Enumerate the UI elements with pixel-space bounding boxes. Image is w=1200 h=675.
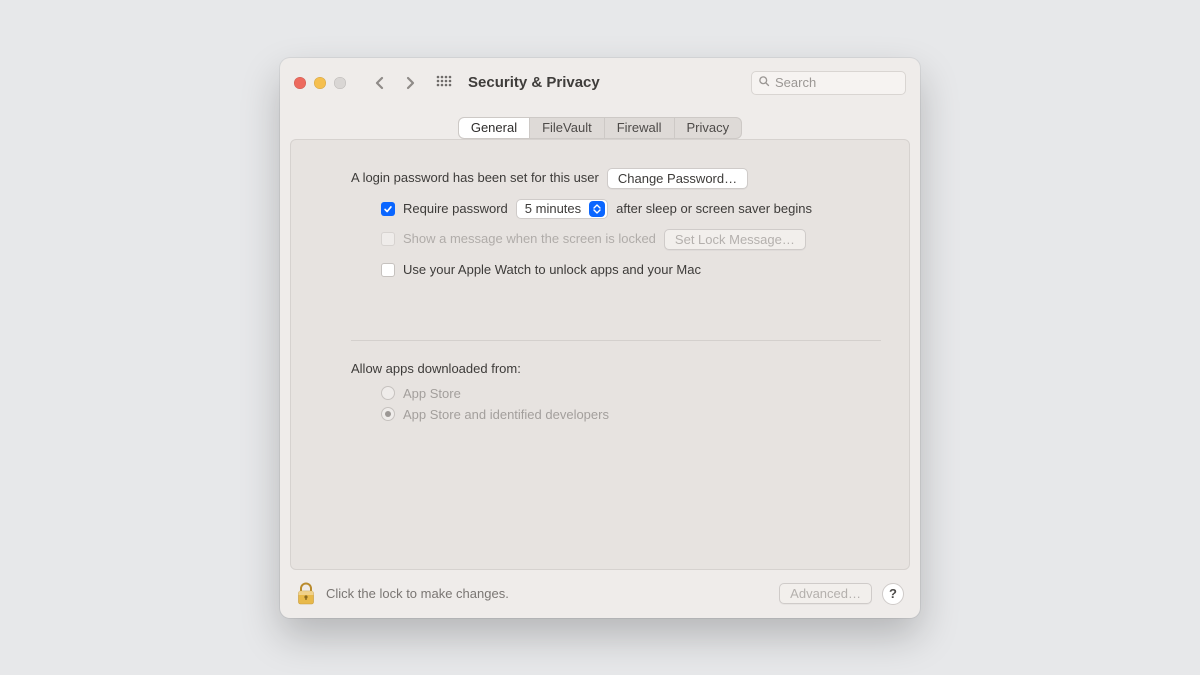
radio-identified-developers [381, 407, 395, 421]
radio-app-store-label: App Store [403, 386, 461, 401]
tab-firewall[interactable]: Firewall [605, 118, 675, 138]
advanced-button[interactable]: Advanced… [779, 583, 872, 604]
zoom-window-button[interactable] [334, 77, 346, 89]
search-field[interactable] [751, 71, 906, 95]
window-controls [294, 77, 346, 89]
radio-app-store [381, 386, 395, 400]
forward-button[interactable] [402, 75, 418, 91]
allow-apps-label: Allow apps downloaded from: [351, 361, 881, 376]
show-lock-message-label: Show a message when the screen is locked [403, 229, 656, 249]
login-password-label: A login password has been set for this u… [351, 168, 599, 188]
window-title: Security & Privacy [468, 74, 600, 91]
nav-buttons [372, 75, 418, 91]
require-password-label-pre: Require password [403, 199, 508, 219]
tab-general[interactable]: General [459, 118, 530, 138]
require-password-delay-select[interactable]: 5 minutes [516, 199, 608, 219]
titlebar: Security & Privacy [280, 58, 920, 108]
content: General FileVault Firewall Privacy A log… [280, 108, 920, 570]
back-button[interactable] [372, 75, 388, 91]
search-input[interactable] [775, 75, 899, 90]
change-password-button[interactable]: Change Password… [607, 168, 748, 189]
show-lock-message-checkbox [381, 232, 395, 246]
lock-hint-label: Click the lock to make changes. [326, 586, 509, 601]
lock-icon[interactable] [296, 582, 316, 606]
require-password-delay-value: 5 minutes [525, 199, 581, 219]
apple-watch-unlock-label: Use your Apple Watch to unlock apps and … [403, 260, 701, 280]
select-stepper-icon [589, 201, 605, 217]
general-panel: A login password has been set for this u… [290, 139, 910, 570]
tab-bar: General FileVault Firewall Privacy [458, 117, 742, 139]
require-password-checkbox[interactable] [381, 202, 395, 216]
radio-identified-developers-label: App Store and identified developers [403, 407, 609, 422]
close-window-button[interactable] [294, 77, 306, 89]
tab-privacy[interactable]: Privacy [675, 118, 742, 138]
apple-watch-unlock-checkbox[interactable] [381, 263, 395, 277]
minimize-window-button[interactable] [314, 77, 326, 89]
search-icon [758, 75, 770, 90]
help-button[interactable]: ? [882, 583, 904, 605]
require-password-label-post: after sleep or screen saver begins [616, 199, 812, 219]
footer: Click the lock to make changes. Advanced… [280, 570, 920, 618]
set-lock-message-button: Set Lock Message… [664, 229, 806, 250]
preferences-window: Security & Privacy General FileVault Fir… [280, 58, 920, 618]
tab-filevault[interactable]: FileVault [530, 118, 605, 138]
show-all-icon[interactable] [436, 75, 452, 91]
divider [351, 340, 881, 341]
